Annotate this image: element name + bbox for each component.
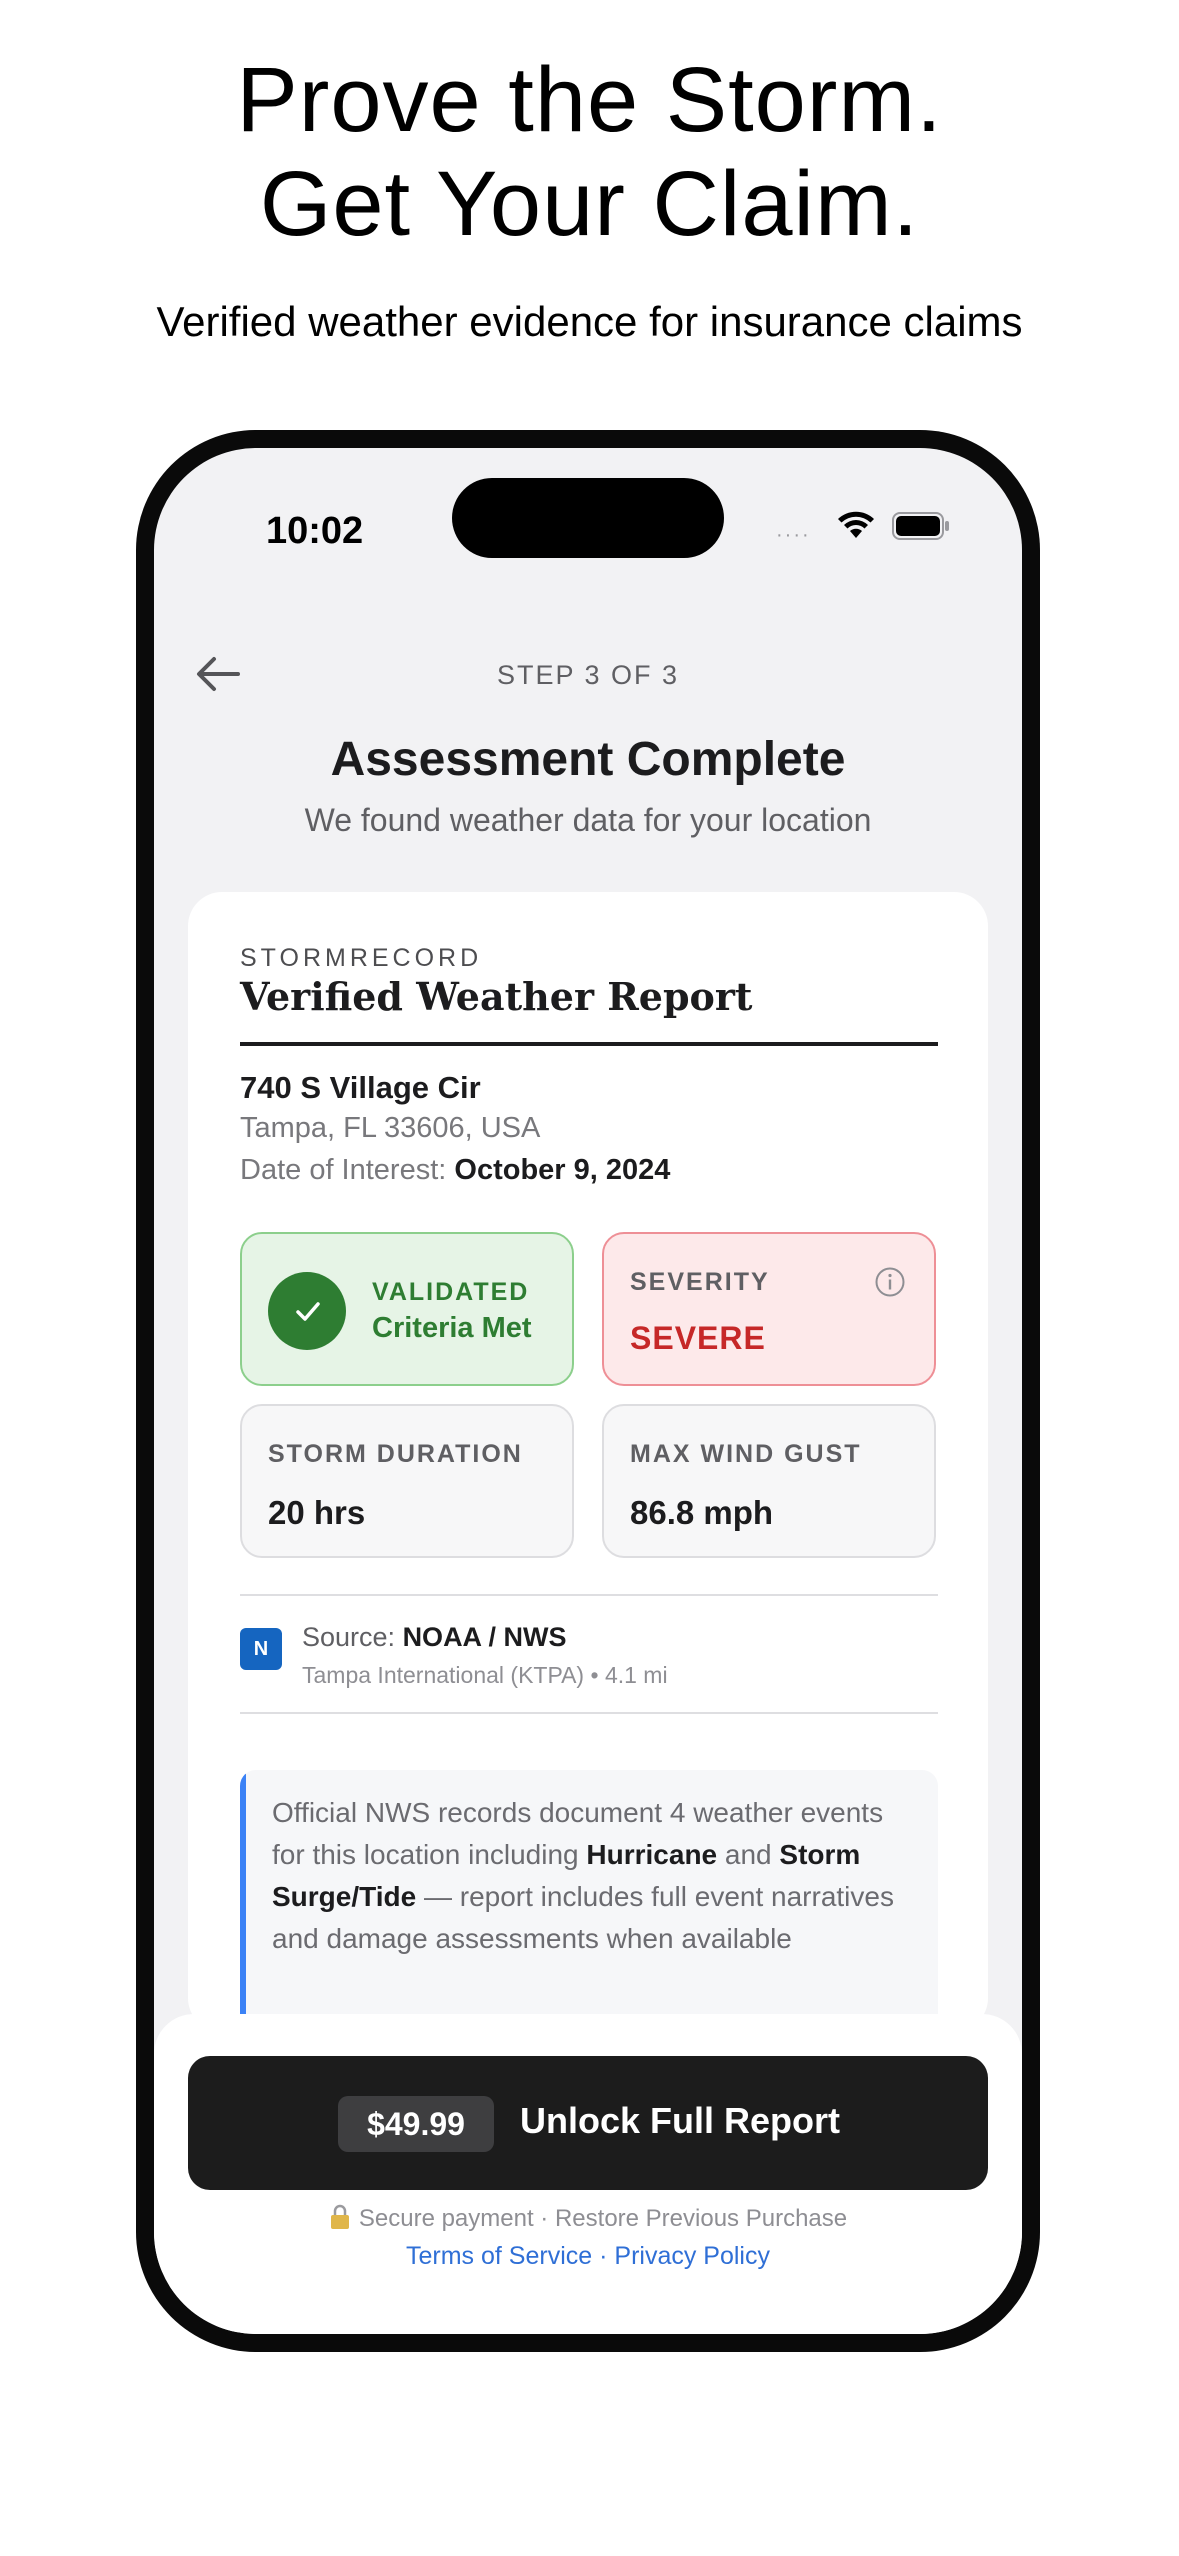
date-value: October 9, 2024 (454, 1154, 671, 1186)
station-separator: • (584, 1662, 605, 1688)
page-title: Assessment Complete (330, 733, 846, 786)
severity-value: SEVERE (630, 1320, 766, 1356)
validated-status: Criteria Met (372, 1312, 532, 1344)
source-divider-top (240, 1594, 938, 1596)
unlock-button-label: Unlock Full Report (520, 2100, 841, 2141)
station-line: Tampa International (KTPA) • 4.1 mi (302, 1662, 668, 1689)
signal-icon: ···· (776, 524, 811, 546)
severity-tile: SEVERITY SEVERE (602, 1232, 936, 1386)
checkmark-icon (296, 1302, 320, 1321)
storm-duration-tile: STORM DURATION 20 hrs (240, 1404, 574, 1558)
secure-payment-line: Secure payment · Restore Previous Purcha… (154, 2204, 1022, 2233)
address-line1: 740 S Village Cir (240, 1070, 481, 1105)
address-line2: Tampa, FL 33606, USA (240, 1112, 541, 1144)
legal-links: Terms of Service · Privacy Policy (154, 2242, 1022, 2271)
report-card: STORMRECORD Verified Weather Report 740 … (188, 892, 988, 2032)
hero-title-line2: Get Your Claim. (259, 153, 920, 255)
phone-screen: 10:02 ···· STEP 3 OF 3 Assessment Comple… (154, 448, 1022, 2334)
info-icon[interactable] (874, 1266, 906, 1298)
battery-icon (892, 512, 949, 540)
hero-subtitle: Verified weather evidence for insurance … (156, 298, 1023, 345)
summary-part2: and (717, 1839, 780, 1870)
date-of-interest: Date of Interest: October 9, 2024 (240, 1154, 670, 1187)
report-title: Verified Weather Report (240, 974, 753, 1019)
phone-frame: 10:02 ···· STEP 3 OF 3 Assessment Comple… (136, 430, 1040, 2352)
price-badge: $49.99 (338, 2096, 494, 2152)
privacy-link[interactable]: Privacy Policy (614, 2242, 770, 2270)
step-indicator: STEP 3 OF 3 (496, 660, 680, 690)
secure-separator: · (533, 2205, 555, 2232)
source-value: NOAA / NWS (402, 1622, 567, 1652)
hero-title-line1: Prove the Storm. (236, 49, 943, 151)
brand-label: STORMRECORD (240, 944, 483, 972)
secure-payment-text: Secure payment (358, 2205, 534, 2232)
storm-duration-label: STORM DURATION (268, 1440, 523, 1468)
wind-gust-label: MAX WIND GUST (630, 1440, 862, 1468)
status-time: 10:02 (266, 510, 364, 552)
storm-duration-value: 20 hrs (268, 1494, 366, 1531)
severity-label: SEVERITY (630, 1268, 770, 1296)
source-divider-bottom (240, 1712, 938, 1714)
page-subtitle: We found weather data for your location (304, 802, 872, 838)
date-label: Date of Interest: (240, 1154, 455, 1186)
source-line: Source: NOAA / NWS (302, 1622, 567, 1653)
noaa-badge-icon: N (240, 1628, 282, 1670)
station-name: Tampa International (KTPA) (302, 1662, 585, 1688)
station-distance: 4.1 mi (604, 1662, 668, 1688)
purchase-sheet: $49.99 Unlock Full Report Secure payment… (154, 2014, 1022, 2334)
terms-link[interactable]: Terms of Service (406, 2242, 592, 2270)
title-divider (240, 1042, 938, 1046)
wind-gust-value: 86.8 mph (630, 1494, 774, 1531)
event-summary: Official NWS records document 4 weather … (240, 1770, 938, 2032)
wifi-icon (838, 511, 874, 538)
wind-gust-tile: MAX WIND GUST 86.8 mph (602, 1404, 936, 1558)
lock-icon (330, 2204, 349, 2229)
legal-separator: · (592, 2242, 615, 2270)
dynamic-island (452, 478, 724, 558)
validated-label: VALIDATED (372, 1278, 530, 1306)
summary-text: Official NWS records document 4 weather … (272, 1792, 912, 1960)
validated-tile: VALIDATED Criteria Met (240, 1232, 574, 1386)
restore-purchase-link[interactable]: Restore Previous Purchase (555, 2205, 847, 2232)
check-circle (268, 1272, 346, 1350)
source-label: Source: (302, 1622, 403, 1652)
summary-hurricane: Hurricane (586, 1839, 718, 1870)
hero-title: Prove the Storm. Get Your Claim. (0, 48, 1179, 256)
summary-accent-bar (240, 1770, 246, 2032)
unlock-report-button[interactable]: $49.99 Unlock Full Report (188, 2056, 988, 2190)
